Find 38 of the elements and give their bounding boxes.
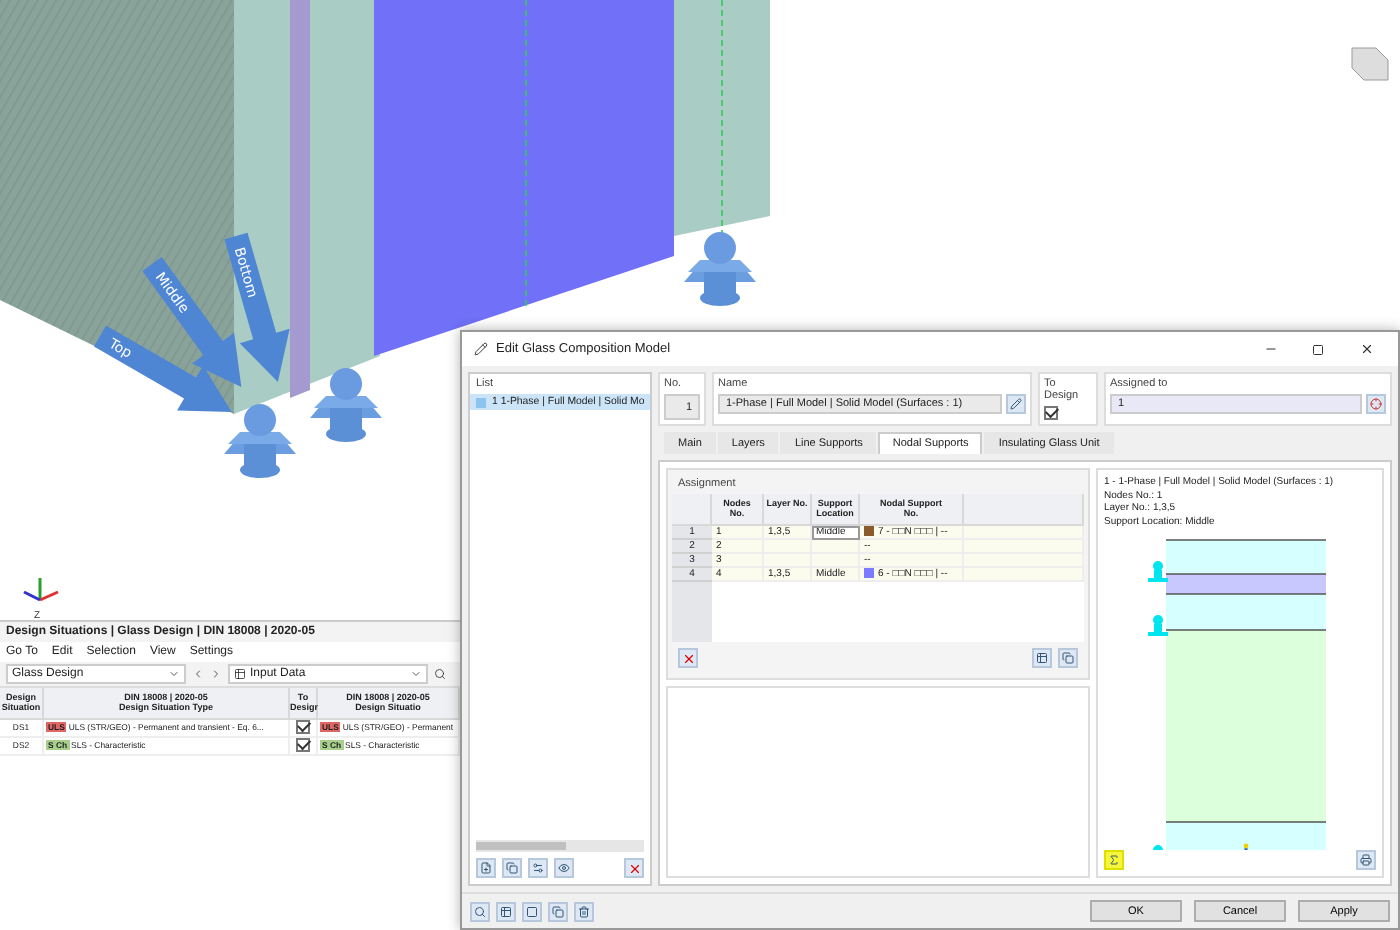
pencil-icon	[474, 342, 488, 356]
next-icon	[210, 668, 222, 680]
delete-icon[interactable]	[624, 858, 644, 878]
table-icon[interactable]	[496, 901, 516, 921]
copy-icon[interactable]	[1058, 648, 1078, 668]
view-icon[interactable]	[554, 858, 574, 878]
scrollbar[interactable]	[476, 840, 644, 852]
chevron-down-icon	[168, 668, 180, 680]
axis-icon	[23, 578, 59, 602]
design-checkbox[interactable]	[296, 720, 310, 735]
table-icon	[234, 668, 246, 680]
trash-icon[interactable]	[574, 901, 594, 921]
header-cell	[672, 494, 712, 526]
frame-icon[interactable]	[522, 901, 542, 921]
support-drawing	[310, 368, 382, 442]
delete-icon[interactable]	[678, 648, 698, 668]
print-icon[interactable]	[1356, 850, 1376, 870]
copy-icon[interactable]	[548, 901, 568, 921]
search-icon	[434, 668, 446, 680]
edit-icon[interactable]	[1006, 394, 1026, 414]
sigma-icon[interactable]	[1104, 850, 1124, 870]
design-checkbox[interactable]	[296, 738, 310, 753]
new-icon[interactable]	[476, 858, 496, 878]
select-icon[interactable]	[1366, 394, 1386, 414]
settings-icon[interactable]	[528, 858, 548, 878]
header-cell	[964, 494, 1084, 526]
support-drawing	[224, 404, 296, 478]
chevron-down-icon	[410, 668, 422, 680]
previous-icon	[192, 668, 204, 680]
design-checkbox[interactable]	[1044, 406, 1058, 420]
support-drawing	[684, 232, 756, 306]
maximize-icon[interactable]	[1312, 343, 1324, 355]
row-header-column	[672, 581, 712, 642]
close-icon[interactable]	[1359, 342, 1373, 356]
table-icon[interactable]	[1032, 648, 1052, 668]
minimize-icon[interactable]	[1263, 342, 1277, 356]
search-icon[interactable]	[470, 901, 490, 921]
copy-icon[interactable]	[502, 858, 522, 878]
